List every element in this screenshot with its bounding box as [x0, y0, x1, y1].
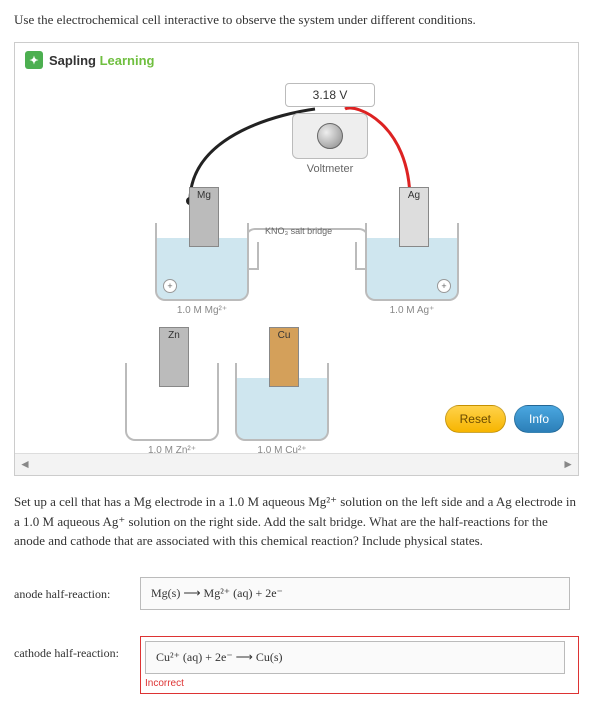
instruction-text: Use the electrochemical cell interactive… [14, 12, 579, 28]
cathode-input[interactable]: Cu²⁺ (aq) + 2e⁻ ⟶ Cu(s) [145, 641, 565, 674]
brand-word2: Learning [100, 53, 155, 68]
simulation-area[interactable]: 3.18 V Voltmeter KNO₃ salt bridge + Mg +… [15, 73, 578, 453]
incorrect-feedback: Incorrect [145, 678, 574, 689]
beaker-cu[interactable]: Cu 1.0 M Cu²⁺ [235, 363, 329, 456]
reset-button[interactable]: Reset [445, 405, 506, 433]
electrode-ag[interactable]: Ag [399, 187, 429, 247]
info-button[interactable]: Info [514, 405, 564, 433]
electrode-zn[interactable]: Zn [159, 327, 189, 387]
beaker-ag-caption: 1.0 M Ag⁺ [365, 305, 459, 316]
anode-input[interactable]: Mg(s) ⟶ Mg²⁺ (aq) + 2e⁻ [140, 577, 570, 610]
anode-label: anode half-reaction: [14, 577, 130, 602]
brand: ✦ Sapling Learning [15, 51, 578, 73]
magnify-icon[interactable]: + [437, 279, 451, 293]
beaker-cu-caption: 1.0 M Cu²⁺ [235, 445, 329, 456]
electrode-mg[interactable]: Mg [189, 187, 219, 247]
voltmeter: 3.18 V Voltmeter [285, 83, 375, 175]
voltmeter-knob-icon [317, 123, 343, 149]
leaf-icon: ✦ [25, 51, 43, 69]
beaker-zn-caption: 1.0 M Zn²⁺ [125, 445, 219, 456]
scroll-left-icon[interactable]: ◄ [19, 457, 31, 472]
cathode-answer-block: cathode half-reaction: Cu²⁺ (aq) + 2e⁻ ⟶… [14, 636, 579, 694]
magnify-icon[interactable]: + [163, 279, 177, 293]
electrode-cu[interactable]: Cu [269, 327, 299, 387]
beaker-mg[interactable]: Mg + 1.0 M Mg²⁺ [155, 223, 249, 316]
voltmeter-reading: 3.18 V [285, 83, 375, 107]
scroll-right-icon[interactable]: ► [562, 457, 574, 472]
interactive-panel: ✦ Sapling Learning 3.18 V Voltmeter KNO₃… [14, 42, 579, 476]
voltmeter-body [292, 113, 368, 159]
cathode-label: cathode half-reaction: [14, 636, 130, 661]
brand-word1: Sapling [49, 53, 96, 68]
salt-bridge-label: KNO₃ salt bridge [265, 226, 332, 236]
horizontal-scrollbar[interactable]: ◄ ► [15, 453, 578, 475]
beaker-ag[interactable]: Ag + 1.0 M Ag⁺ [365, 223, 459, 316]
beaker-mg-caption: 1.0 M Mg²⁺ [155, 305, 249, 316]
salt-bridge[interactable]: KNO₃ salt bridge + [245, 228, 369, 262]
beaker-zn[interactable]: Zn 1.0 M Zn²⁺ [125, 363, 219, 456]
question-text: Set up a cell that has a Mg electrode in… [14, 492, 579, 551]
voltmeter-label: Voltmeter [285, 163, 375, 175]
anode-answer-block: anode half-reaction: Mg(s) ⟶ Mg²⁺ (aq) +… [14, 577, 579, 610]
